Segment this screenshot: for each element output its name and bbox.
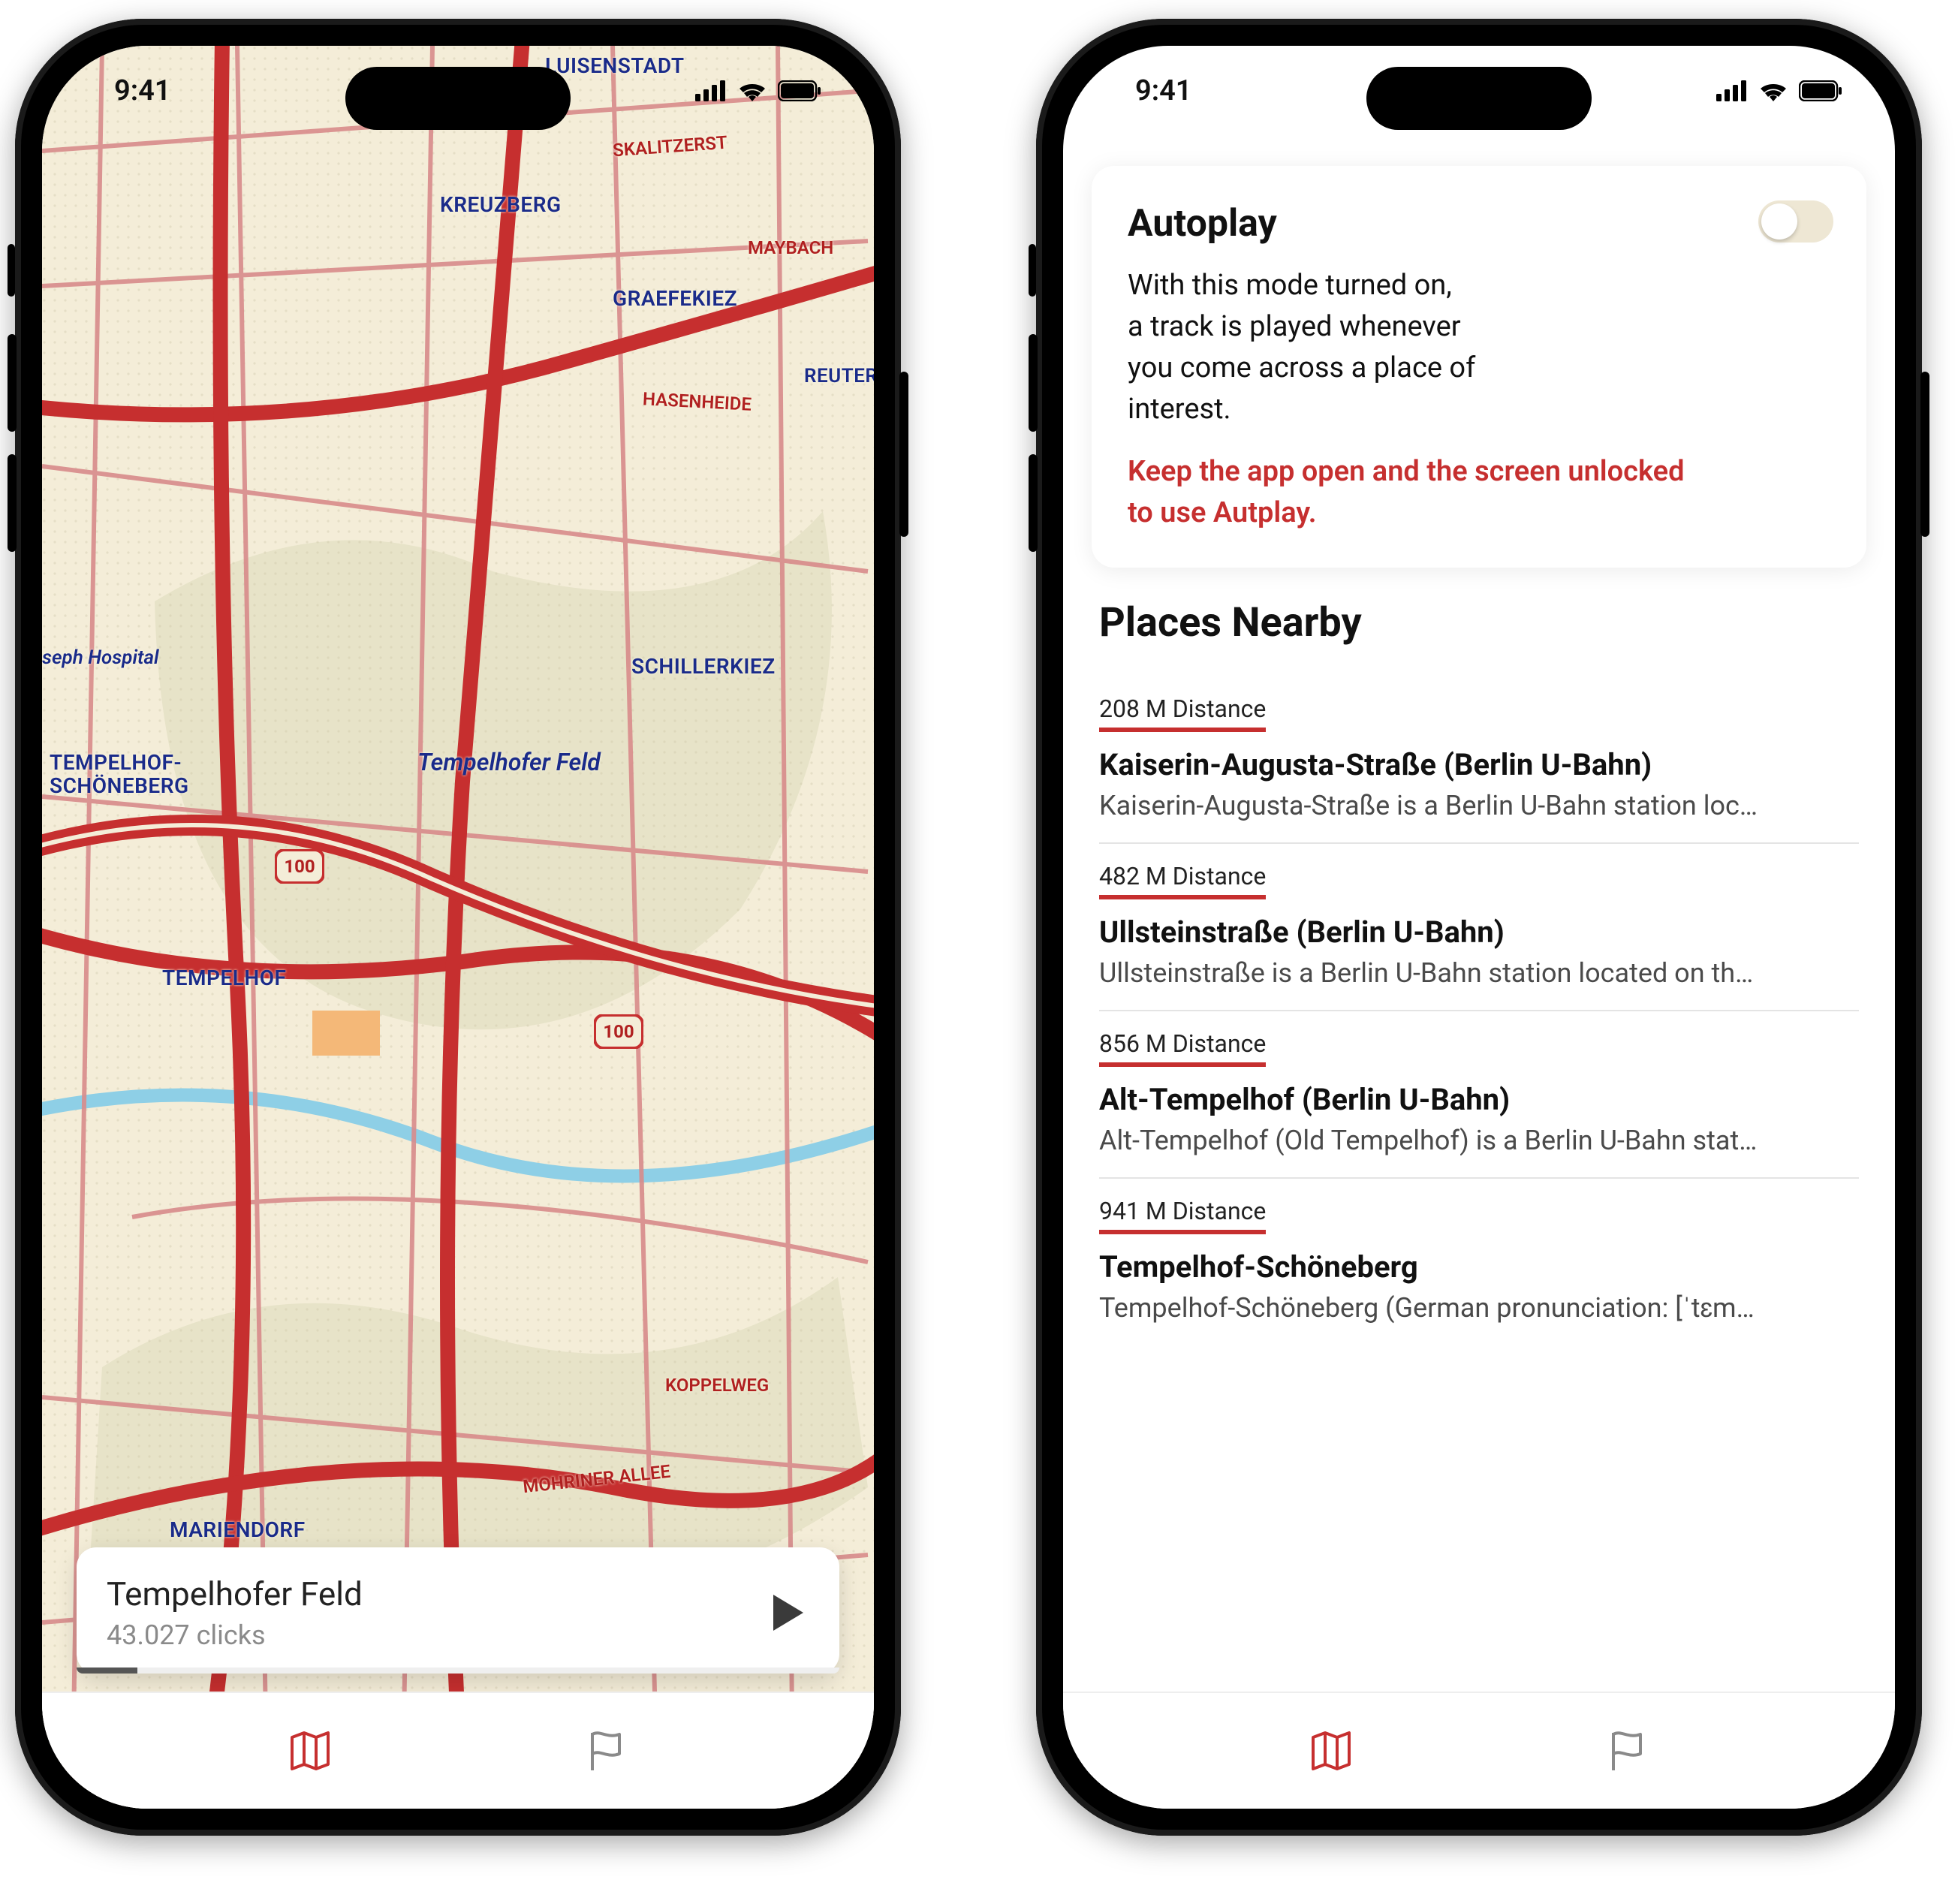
map-canvas[interactable]: LUISENSTADT KREUZBERG GRAEFEKIEZ REUTER …	[42, 46, 874, 1809]
map-area-label: MARIENDORF	[170, 1517, 306, 1542]
map-area-label: TEMPELHOF- SCHÖNEBERG	[50, 752, 189, 798]
places-list: 208 M Distance Kaiserin-Augusta-Straße (…	[1099, 676, 1859, 1345]
place-item[interactable]: 856 M Distance Alt-Tempelhof (Berlin U-B…	[1099, 1011, 1859, 1179]
play-button[interactable]	[764, 1590, 809, 1635]
status-time: 9:41	[1135, 74, 1191, 107]
cellular-icon	[695, 80, 727, 101]
place-title: Alt-Tempelhof (Berlin U-Bahn)	[1099, 1082, 1859, 1117]
flag-icon	[582, 1727, 630, 1775]
now-playing-title: Tempelhofer Feld	[107, 1574, 749, 1613]
map-area-label: KREUZBERG	[440, 192, 562, 217]
battery-icon	[1799, 80, 1842, 101]
tab-map[interactable]	[1304, 1724, 1358, 1778]
autoplay-warning: Keep the app open and the screen unlocke…	[1128, 451, 1698, 534]
places-scrollview[interactable]: Autoplay With this mode turned on, a tra…	[1063, 46, 1895, 1809]
tab-flag[interactable]	[1600, 1724, 1654, 1778]
map-road-label: MAYBACH	[748, 237, 833, 258]
now-playing-subtitle: 43.027 clicks	[107, 1619, 749, 1651]
tab-bar	[42, 1692, 874, 1809]
place-title: Kaiserin-Augusta-Straße (Berlin U-Bahn)	[1099, 747, 1859, 782]
phone-frame-right: 9:41 Autoplay With this mode turned on, …	[1036, 19, 1922, 1836]
dynamic-island	[1366, 67, 1592, 130]
map-area-label: GRAEFEKIEZ	[613, 286, 737, 311]
place-distance: 482 M Distance	[1099, 862, 1266, 899]
place-description: Ullsteinstraße is a Berlin U-Bahn statio…	[1099, 957, 1859, 989]
place-item[interactable]: 482 M Distance Ullsteinstraße (Berlin U-…	[1099, 844, 1859, 1011]
places-section-title: Places Nearby	[1099, 599, 1859, 646]
map-area-label: SCHILLERKIEZ	[631, 654, 776, 679]
screen-map: LUISENSTADT KREUZBERG GRAEFEKIEZ REUTER …	[42, 46, 874, 1809]
place-title: Ullsteinstraße (Berlin U-Bahn)	[1099, 914, 1859, 950]
place-title: Tempelhof-Schöneberg	[1099, 1249, 1859, 1285]
place-distance: 941 M Distance	[1099, 1197, 1266, 1234]
flag-icon	[1603, 1727, 1651, 1775]
tab-map[interactable]	[283, 1724, 337, 1778]
dynamic-island	[345, 67, 571, 130]
status-time: 9:41	[114, 74, 170, 107]
phone-frame-left: LUISENSTADT KREUZBERG GRAEFEKIEZ REUTER …	[15, 19, 901, 1836]
place-item[interactable]: 208 M Distance Kaiserin-Augusta-Straße (…	[1099, 676, 1859, 844]
route-shield: 100	[603, 1021, 634, 1042]
battery-icon	[778, 80, 821, 101]
autoplay-toggle[interactable]	[1758, 200, 1833, 243]
wifi-icon	[1758, 80, 1788, 101]
autoplay-title: Autoplay	[1128, 202, 1830, 246]
place-description: Alt-Tempelhof (Old Tempelhof) is a Berli…	[1099, 1125, 1859, 1156]
progress-bar[interactable]	[77, 1668, 839, 1674]
cellular-icon	[1716, 80, 1748, 101]
tab-bar	[1063, 1692, 1895, 1809]
autoplay-card: Autoplay With this mode turned on, a tra…	[1092, 166, 1866, 568]
map-poi-label: seph Hospital	[42, 646, 159, 669]
place-distance: 856 M Distance	[1099, 1029, 1266, 1067]
map-area-label: REUTER	[804, 365, 874, 387]
now-playing-card[interactable]: Tempelhofer Feld 43.027 clicks	[77, 1547, 839, 1674]
place-description: Tempelhof-Schöneberg (German pronunciati…	[1099, 1292, 1859, 1324]
map-road-label: KOPPELWEG	[665, 1375, 769, 1396]
route-shield: 100	[284, 856, 315, 877]
map-icon	[1307, 1727, 1355, 1775]
map-icon	[286, 1727, 334, 1775]
place-distance: 208 M Distance	[1099, 694, 1266, 732]
place-description: Kaiserin-Augusta-Straße is a Berlin U-Ba…	[1099, 790, 1859, 821]
place-item[interactable]: 941 M Distance Tempelhof-Schöneberg Temp…	[1099, 1179, 1859, 1345]
tab-flag[interactable]	[579, 1724, 633, 1778]
map-poi-label: Tempelhofer Feld	[417, 748, 601, 776]
map-area-label: TEMPELHOF	[162, 966, 286, 990]
autoplay-description: With this mode turned on, a track is pla…	[1128, 265, 1698, 430]
screen-places: 9:41 Autoplay With this mode turned on, …	[1063, 46, 1895, 1809]
wifi-icon	[737, 80, 767, 101]
